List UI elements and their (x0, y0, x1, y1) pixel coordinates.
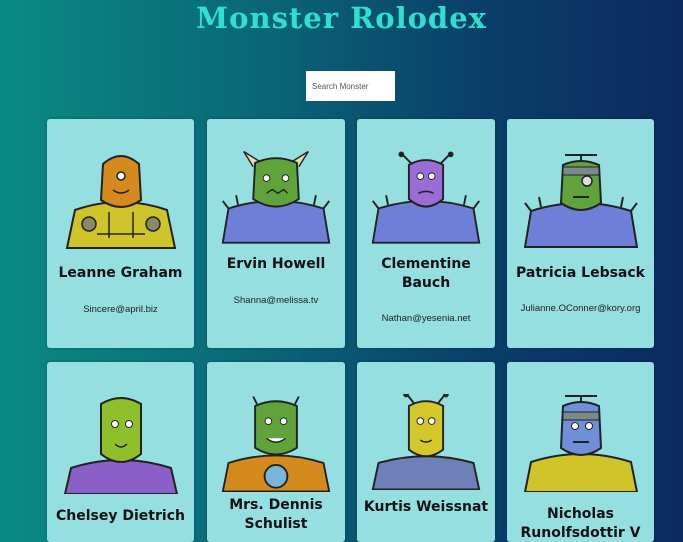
monster-card[interactable]: Kurtis Weissnat (357, 362, 495, 542)
monster-name: Mrs. Dennis Schulist (229, 497, 323, 532)
monster-email: Shanna@melissa.tv (233, 295, 319, 306)
monster-card[interactable]: Leanne Graham Sincere@april.biz (47, 119, 194, 348)
monster-name: Leanne Graham (58, 265, 183, 281)
monster-card[interactable]: Chelsey Dietrich (47, 362, 194, 542)
monster-email: Sincere@april.biz (83, 304, 158, 315)
monster-name: Patricia Lebsack (516, 265, 645, 281)
monster-card[interactable]: Mrs. Dennis Schulist (207, 362, 345, 542)
monster-card[interactable]: Nicholas Runolfsdottir V (507, 362, 654, 542)
monster-name: Ervin Howell (226, 256, 326, 272)
monster-avatar (371, 394, 481, 490)
monster-avatar (221, 151, 331, 244)
monster-avatar (371, 151, 481, 244)
monster-name: Clementine Bauch (381, 256, 471, 291)
monster-avatar (65, 155, 176, 249)
monster-avatar (221, 396, 331, 492)
monster-name: Kurtis Weissnat (363, 499, 489, 515)
monster-email: Julianne.OConner@kory.org (520, 303, 641, 314)
monster-email: Nathan@yesenia.net (381, 313, 471, 324)
monster-avatar (63, 397, 178, 494)
page-title: Monster Rolodex (196, 1, 487, 35)
search-input[interactable] (306, 71, 395, 101)
monster-card[interactable]: Patricia Lebsack Julianne.OConner@kory.o… (507, 119, 654, 348)
monster-avatar (523, 154, 638, 248)
monster-name: Chelsey Dietrich (56, 508, 185, 524)
monster-card[interactable]: Clementine Bauch Nathan@yesenia.net (357, 119, 495, 348)
monster-name: Nicholas Runolfsdottir V (520, 506, 641, 541)
monster-avatar (523, 395, 638, 492)
monster-card[interactable]: Ervin Howell Shanna@melissa.tv (207, 119, 345, 348)
